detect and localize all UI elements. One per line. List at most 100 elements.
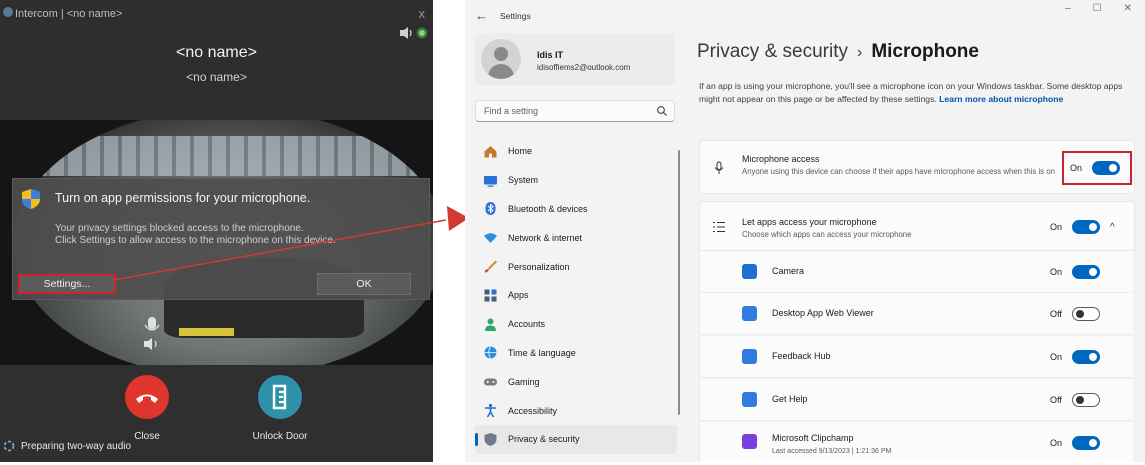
app-state: On	[1050, 267, 1063, 277]
settings-app-title: Settings	[500, 11, 531, 21]
home-icon	[484, 145, 497, 158]
sidebar-item-network[interactable]: Network & internet	[475, 223, 677, 252]
microphone-icon	[714, 161, 724, 174]
clipchamp-toggle[interactable]	[1072, 436, 1101, 450]
let-apps-state: On	[1050, 222, 1063, 232]
call-controls: Close Unlock Door Preparing two-way audi…	[0, 365, 433, 462]
shield-icon	[22, 189, 40, 209]
app-toggle-group: On	[1050, 436, 1101, 450]
sidebar-item-label: Network & internet	[508, 232, 583, 243]
hang-up-button[interactable]	[125, 375, 169, 419]
back-arrow-icon[interactable]: ←	[475, 8, 488, 23]
unlock-door-label: Unlock Door	[252, 431, 308, 442]
dialog-line-2: Click Settings to allow access to the mi…	[55, 235, 336, 246]
let-apps-toggle[interactable]	[1072, 220, 1101, 234]
sidebar-item-label: System	[508, 175, 539, 186]
dialog-line-1: Your privacy settings blocked access to …	[55, 223, 304, 234]
sidebar-item-apps[interactable]: Apps	[475, 281, 677, 310]
screenshot-root: Intercom | <no name> x <no name> <no nam…	[0, 0, 1145, 465]
get-help-toggle[interactable]	[1071, 393, 1100, 407]
sidebar-item-personalization[interactable]: Personalization	[475, 252, 677, 281]
profile-email: idisoffiems2@outlook.com	[537, 63, 631, 72]
speaker-icon[interactable]	[398, 25, 430, 41]
app-toggle-group: On	[1050, 350, 1101, 364]
window-controls: – ☐ ✕	[1065, 3, 1145, 14]
app-toggle-group: Off	[1050, 307, 1100, 321]
sidebar-item-label: Time & language	[508, 347, 576, 358]
dialog-title: Turn on app permissions for your microph…	[55, 191, 311, 205]
feedback-hub-toggle[interactable]	[1072, 350, 1101, 364]
app-name: Camera	[772, 266, 805, 276]
brush-icon	[484, 260, 497, 273]
globe-icon	[484, 346, 497, 360]
monitor-icon	[484, 175, 497, 187]
web-viewer-icon	[742, 306, 757, 321]
microphone-volume-icon[interactable]	[140, 315, 168, 355]
camera-toggle[interactable]	[1072, 265, 1101, 279]
accessibility-icon	[485, 403, 496, 418]
sidebar-item-time-language[interactable]: Time & language	[475, 339, 677, 368]
search-input[interactable]: Find a setting	[475, 100, 675, 122]
user-profile[interactable]: Idis IT idisoffiems2@outlook.com	[475, 33, 675, 85]
let-apps-access-card: Let apps access your microphone Choose w…	[699, 201, 1135, 251]
bluetooth-icon	[485, 202, 496, 216]
app-row-clipchamp: Microsoft Clipchamp Last accessed 9/13/2…	[699, 422, 1135, 462]
app-name: Microsoft Clipchamp	[772, 433, 854, 443]
sidebar-item-label: Gaming	[508, 376, 540, 387]
sidebar-item-home[interactable]: Home	[475, 137, 677, 166]
sidebar-item-system[interactable]: System	[475, 166, 677, 195]
dialog-message: Your privacy settings blocked access to …	[55, 223, 415, 247]
camera-icon	[742, 264, 757, 279]
sidebar-item-privacy-security[interactable]: Privacy & security	[475, 424, 677, 454]
minimize-button[interactable]: –	[1065, 3, 1071, 14]
app-toggle-group: Off	[1050, 393, 1100, 407]
app-row-feedback-hub: Feedback Hub On	[699, 336, 1135, 378]
gamepad-icon	[484, 378, 497, 386]
caller-subname: <no name>	[186, 70, 247, 84]
close-window-button[interactable]: ✕	[1124, 3, 1132, 14]
sidebar-item-label: Personalization	[508, 261, 570, 272]
breadcrumb-parent[interactable]: Privacy & security	[697, 41, 848, 62]
highlight-box	[1062, 151, 1132, 185]
web-viewer-toggle[interactable]	[1071, 307, 1100, 321]
mic-permission-dialog: Turn on app permissions for your microph…	[12, 178, 430, 300]
app-toggle-group: On	[1050, 265, 1101, 279]
search-placeholder: Find a setting	[484, 106, 539, 116]
settings-window: ← Settings – ☐ ✕ Idis IT idisoffiems2@ou…	[465, 0, 1145, 462]
video-ceiling	[14, 136, 433, 176]
person-icon	[485, 318, 496, 331]
settings-button[interactable]: Settings...	[18, 274, 116, 294]
app-last-accessed: Last accessed 9/13/2023 | 1:21:36 PM	[772, 448, 892, 455]
status-row: Preparing two-way audio	[3, 440, 131, 452]
app-name: Feedback Hub	[772, 351, 831, 361]
sidebar-item-label: Accessibility	[508, 405, 558, 416]
loading-icon	[3, 440, 15, 452]
maximize-button[interactable]: ☐	[1093, 3, 1102, 14]
sidebar-item-accounts[interactable]: Accounts	[475, 310, 677, 339]
sidebar-item-label: Apps	[508, 290, 529, 301]
intercom-close-button[interactable]: x	[419, 6, 426, 21]
get-help-icon	[742, 392, 757, 407]
unlock-door-button[interactable]	[258, 375, 302, 419]
mic-access-subtitle: Anyone using this device can choose if t…	[742, 167, 1055, 176]
app-state: On	[1050, 352, 1063, 362]
intercom-window: Intercom | <no name> x <no name> <no nam…	[0, 0, 433, 462]
sidebar-item-accessibility[interactable]: Accessibility	[475, 396, 677, 425]
microphone-access-card: Microphone access Anyone using this devi…	[699, 140, 1135, 194]
app-logo-icon	[3, 7, 13, 17]
profile-name: Idis IT	[537, 50, 564, 60]
app-state: On	[1050, 438, 1063, 448]
learn-more-link[interactable]: Learn more about microphone	[939, 94, 1063, 104]
intercom-title: Intercom | <no name>	[15, 8, 123, 20]
sidebar-item-bluetooth[interactable]: Bluetooth & devices	[475, 195, 677, 224]
sidebar-item-label: Bluetooth & devices	[508, 203, 588, 214]
sidebar-scrollbar[interactable]	[678, 150, 680, 415]
search-icon	[657, 106, 667, 116]
sidebar-item-gaming[interactable]: Gaming	[475, 367, 677, 396]
sidebar-item-label: Privacy & security	[508, 434, 580, 445]
let-apps-toggle-group: On ^	[1050, 220, 1115, 234]
list-icon	[713, 222, 725, 232]
ok-button[interactable]: OK	[317, 273, 411, 295]
chevron-up-icon[interactable]: ^	[1110, 222, 1115, 233]
apps-icon	[484, 289, 497, 302]
